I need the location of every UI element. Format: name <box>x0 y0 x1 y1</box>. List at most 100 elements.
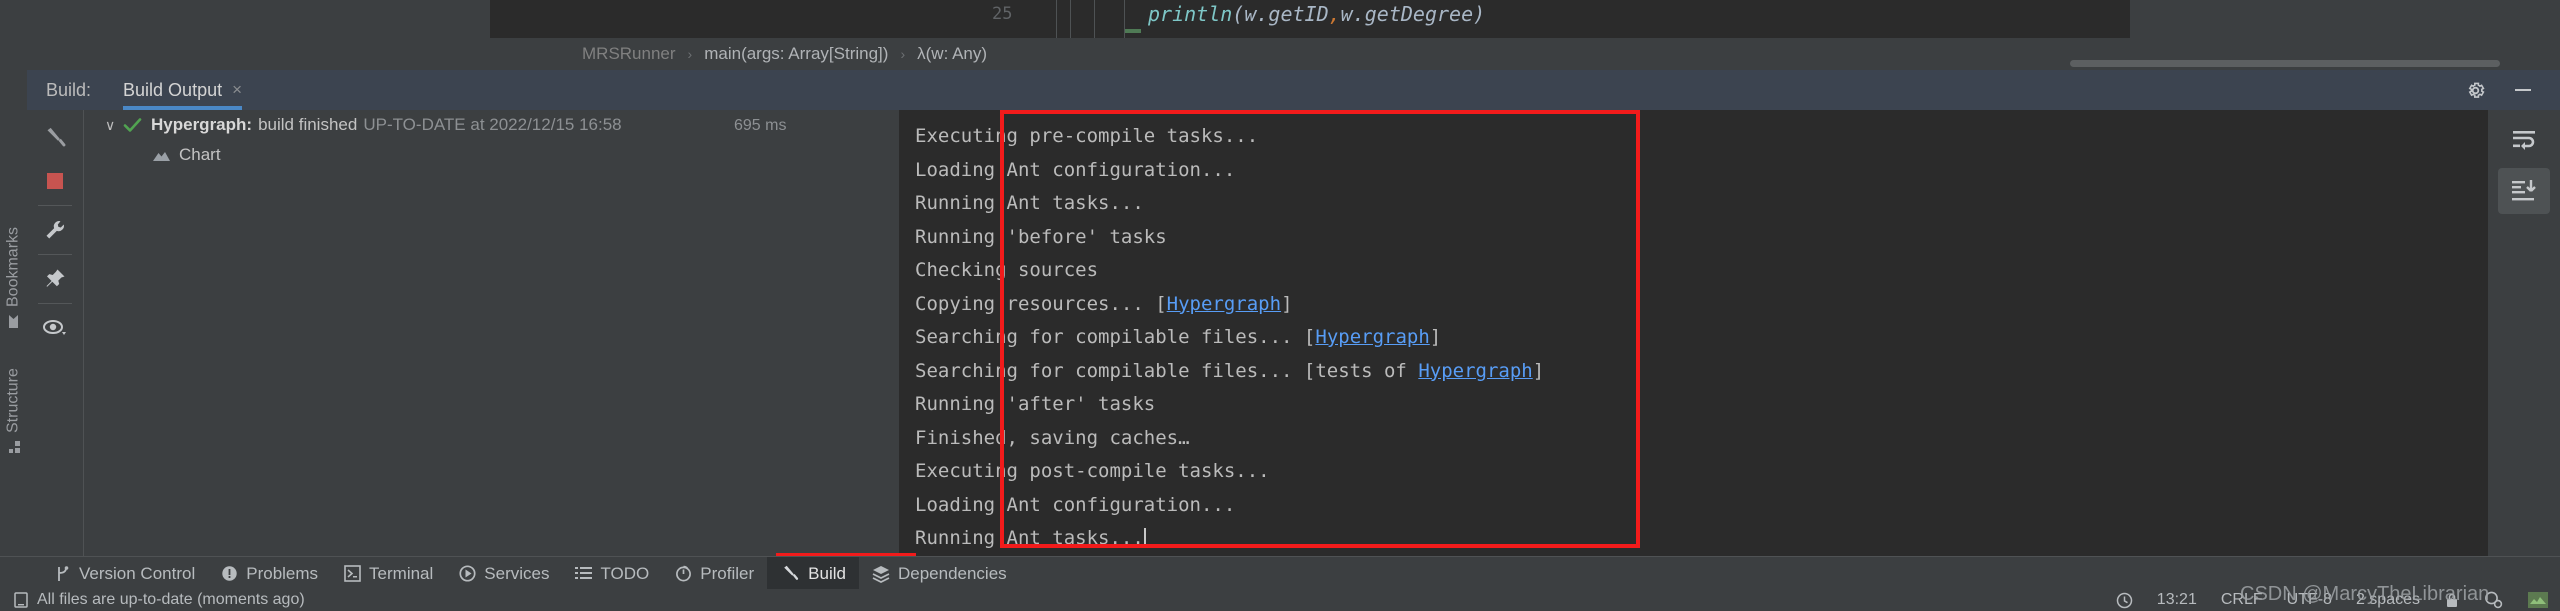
toolbar-divider <box>38 205 72 206</box>
problems-icon <box>221 565 238 582</box>
tool-window-dependencies[interactable]: Dependencies <box>859 557 1020 590</box>
soft-wrap-icon[interactable] <box>2498 116 2550 162</box>
status-indent[interactable]: 2 spaces <box>2356 591 2420 609</box>
tool-window-label: Profiler <box>700 563 755 583</box>
tool-window-version-control[interactable]: Version Control <box>42 557 208 590</box>
tree-node-label: Chart <box>179 145 221 164</box>
console-line: Running 'before' tasks <box>915 225 1167 248</box>
breadcrumb-separator: › <box>687 46 693 62</box>
profiler-icon <box>675 565 692 582</box>
text-caret <box>1143 528 1146 548</box>
console-line: Checking sources <box>915 259 1099 281</box>
tool-window-problems[interactable]: Problems <box>208 557 331 590</box>
tree-row[interactable]: Chart <box>84 140 899 170</box>
eye-icon[interactable] <box>31 307 79 349</box>
tool-window-profiler[interactable]: Profiler <box>662 557 767 590</box>
breadcrumb: MRSRunner › main(args: Array[String]) › … <box>490 38 2070 70</box>
console-line: Loading Ant configuration... <box>915 158 1236 181</box>
inspection-icon[interactable] <box>2484 591 2504 609</box>
console-line: Loading Ant configuration... <box>915 493 1236 516</box>
code-arg-1: (w.getID <box>1232 2 1329 26</box>
build-toolbar <box>27 110 84 564</box>
tool-window-build[interactable]: Build <box>767 557 859 590</box>
status-time: 13:21 <box>2156 591 2197 608</box>
status-message: All files are up-to-date (moments ago) <box>37 591 305 608</box>
terminal-icon <box>344 565 361 582</box>
wrench-icon[interactable] <box>31 209 79 251</box>
status-encoding[interactable]: UTF-8 <box>2287 591 2332 609</box>
editor-left-gutter-blank <box>0 0 491 44</box>
breadcrumb-item-method[interactable]: main(args: Array[String]) <box>702 44 890 64</box>
code-function: println <box>1148 2 1233 26</box>
breadcrumb-separator: › <box>900 46 906 62</box>
tool-window-label: TODO <box>600 563 650 583</box>
console-line: Copying resources... [Hypergraph] <box>915 292 1293 315</box>
tree-row[interactable]: ∨ Hypergraph: build finished UP-TO-DATE … <box>84 110 899 140</box>
check-icon <box>123 116 142 135</box>
build-panel-title: Build: <box>46 79 92 100</box>
tab-build-output[interactable]: Build Output × <box>123 70 243 110</box>
minimize-icon[interactable] <box>2512 81 2534 99</box>
console-line: Searching for compilable files... [Hyper… <box>915 326 1442 348</box>
console-line: Running Ant tasks... <box>915 192 1144 214</box>
console-line: Finished, saving caches… <box>915 426 1190 449</box>
scroll-to-end-icon[interactable] <box>2498 168 2550 214</box>
status-message-group: All files are up-to-date (moments ago) <box>14 591 305 609</box>
console-link[interactable]: Hypergraph <box>1315 326 1429 348</box>
stop-icon[interactable] <box>31 160 79 202</box>
breadcrumb-item-lambda[interactable]: λ(w: Any) <box>915 44 989 64</box>
services-icon <box>459 565 476 582</box>
fold-guide-1 <box>1056 0 1057 38</box>
memory-icon[interactable] <box>2528 592 2548 608</box>
tree-node-duration: 695 ms <box>734 117 787 134</box>
editor-code-area[interactable]: 25 println(w.getID,w.getDegree) <box>490 0 2070 38</box>
status-bar: All files are up-to-date (moments ago) 1… <box>0 589 2560 611</box>
tool-window-label: Services <box>484 563 550 583</box>
branch-icon <box>55 565 71 583</box>
hammer-icon[interactable] <box>31 118 79 160</box>
code-line[interactable]: println(w.getID,w.getDegree) <box>1148 2 1485 26</box>
console-line: Executing post-compile tasks... <box>915 460 1270 482</box>
structure-icon <box>7 440 21 454</box>
tab-build-output-label: Build Output <box>123 79 223 100</box>
sidebar-item-structure[interactable]: Structure <box>0 344 27 454</box>
console-link[interactable]: Hypergraph <box>1167 293 1281 315</box>
sidebar-item-bookmarks[interactable]: Bookmarks <box>0 209 27 329</box>
clock-icon[interactable] <box>2116 592 2133 609</box>
code-comma: , <box>1328 2 1341 26</box>
lock-icon[interactable] <box>2444 592 2460 609</box>
console-line: Running 'after' tasks <box>915 393 1156 415</box>
toolbar-divider <box>38 303 72 304</box>
console-line: Executing pre-compile tasks... <box>915 125 1259 147</box>
tool-window-label: Problems <box>246 563 319 583</box>
console-line: Searching for compilable files... [tests… <box>915 359 1545 382</box>
tool-window-todo[interactable]: TODO <box>562 557 662 590</box>
left-tool-strip: Bookmarks Structure <box>0 44 27 556</box>
todo-icon <box>575 566 593 581</box>
sidebar-item-bookmarks-label: Bookmarks <box>4 226 22 307</box>
console-link[interactable]: Hypergraph <box>1418 360 1532 382</box>
tree-node-name: Hypergraph: <box>151 115 253 134</box>
gear-icon[interactable] <box>2465 80 2486 101</box>
console-text: Executing pre-compile tasks... Loading A… <box>899 110 2488 556</box>
tool-window-label: Version Control <box>79 563 196 583</box>
chart-icon <box>152 147 171 163</box>
tool-window-label: Build <box>808 563 846 583</box>
breadcrumb-item-class[interactable]: MRSRunner <box>580 44 678 64</box>
tool-window-services[interactable]: Services <box>446 557 562 590</box>
tree-node-action: build finished <box>258 115 358 134</box>
build-panel-header: Build: Build Output × <box>27 70 2560 110</box>
console-toolbar <box>2488 110 2560 562</box>
chevron-down-icon[interactable]: ∨ <box>105 117 123 134</box>
tool-window-terminal[interactable]: Terminal <box>331 557 446 590</box>
close-icon[interactable]: × <box>232 80 242 100</box>
build-header-actions <box>2465 70 2560 110</box>
pin-icon[interactable] <box>31 258 79 300</box>
build-tree: ∨ Hypergraph: build finished UP-TO-DATE … <box>84 110 899 556</box>
tool-window-label: Terminal <box>369 563 434 583</box>
sidebar-item-structure-label: Structure <box>4 368 22 433</box>
console-line: Running Ant tasks... <box>915 527 1146 549</box>
build-console[interactable]: Executing pre-compile tasks... Loading A… <box>899 110 2488 556</box>
horizontal-scrollbar[interactable] <box>2070 60 2500 67</box>
status-line-separator[interactable]: CRLF <box>2221 591 2263 609</box>
